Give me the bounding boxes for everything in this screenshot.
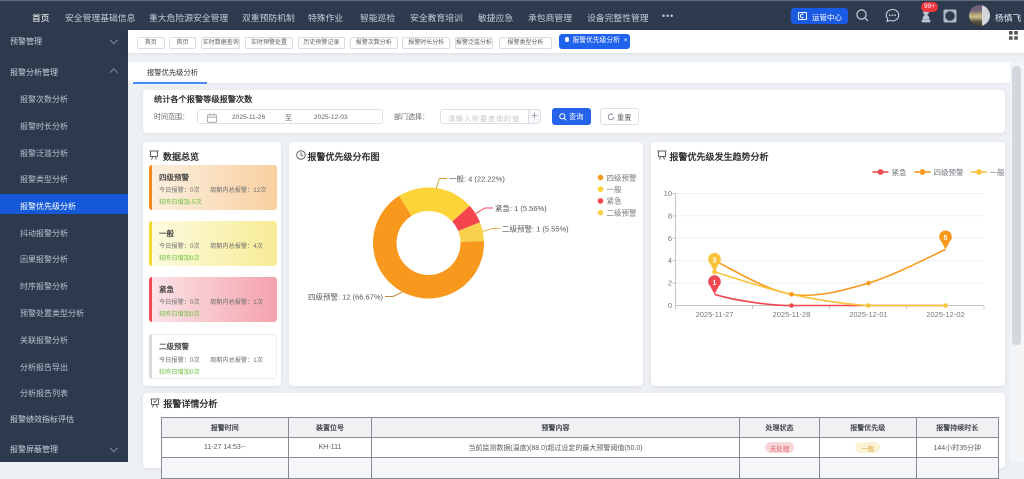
svg-text:2: 2 (667, 279, 671, 288)
svg-text:2025-11-28: 2025-11-28 (772, 310, 810, 319)
svg-text:2025-12-01: 2025-12-01 (849, 310, 887, 319)
svg-text:4: 4 (667, 256, 671, 265)
svg-text:0: 0 (667, 301, 671, 310)
svg-text:2025-12-02: 2025-12-02 (926, 310, 964, 319)
svg-text:6: 6 (667, 234, 671, 243)
svg-text:一般: 一般 (989, 167, 1004, 177)
svg-text:1: 1 (712, 280, 716, 287)
svg-text:四级预警: 四级预警 (606, 172, 636, 182)
svg-text:3: 3 (712, 257, 716, 264)
svg-text:一般: 一般 (606, 184, 621, 194)
svg-text:紧急: 1 (5.56%): 紧急: 1 (5.56%) (495, 203, 547, 213)
svg-text:10: 10 (663, 189, 671, 198)
svg-text:紧急: 紧急 (606, 196, 621, 206)
svg-text:四级预警: 12 (66.67%): 四级预警: 12 (66.67%) (307, 292, 383, 302)
svg-text:一般: 4 (22.22%): 一般: 4 (22.22%) (449, 174, 505, 184)
svg-text:8: 8 (667, 211, 671, 220)
svg-text:二级预警: 1 (5.55%): 二级预警: 1 (5.55%) (502, 224, 569, 234)
svg-text:紧急: 紧急 (891, 167, 906, 177)
svg-text:2025-11-27: 2025-11-27 (695, 310, 733, 319)
svg-text:四级预警: 四级预警 (933, 167, 963, 177)
svg-text:二级预警: 二级预警 (606, 207, 636, 217)
svg-text:5: 5 (943, 235, 947, 242)
